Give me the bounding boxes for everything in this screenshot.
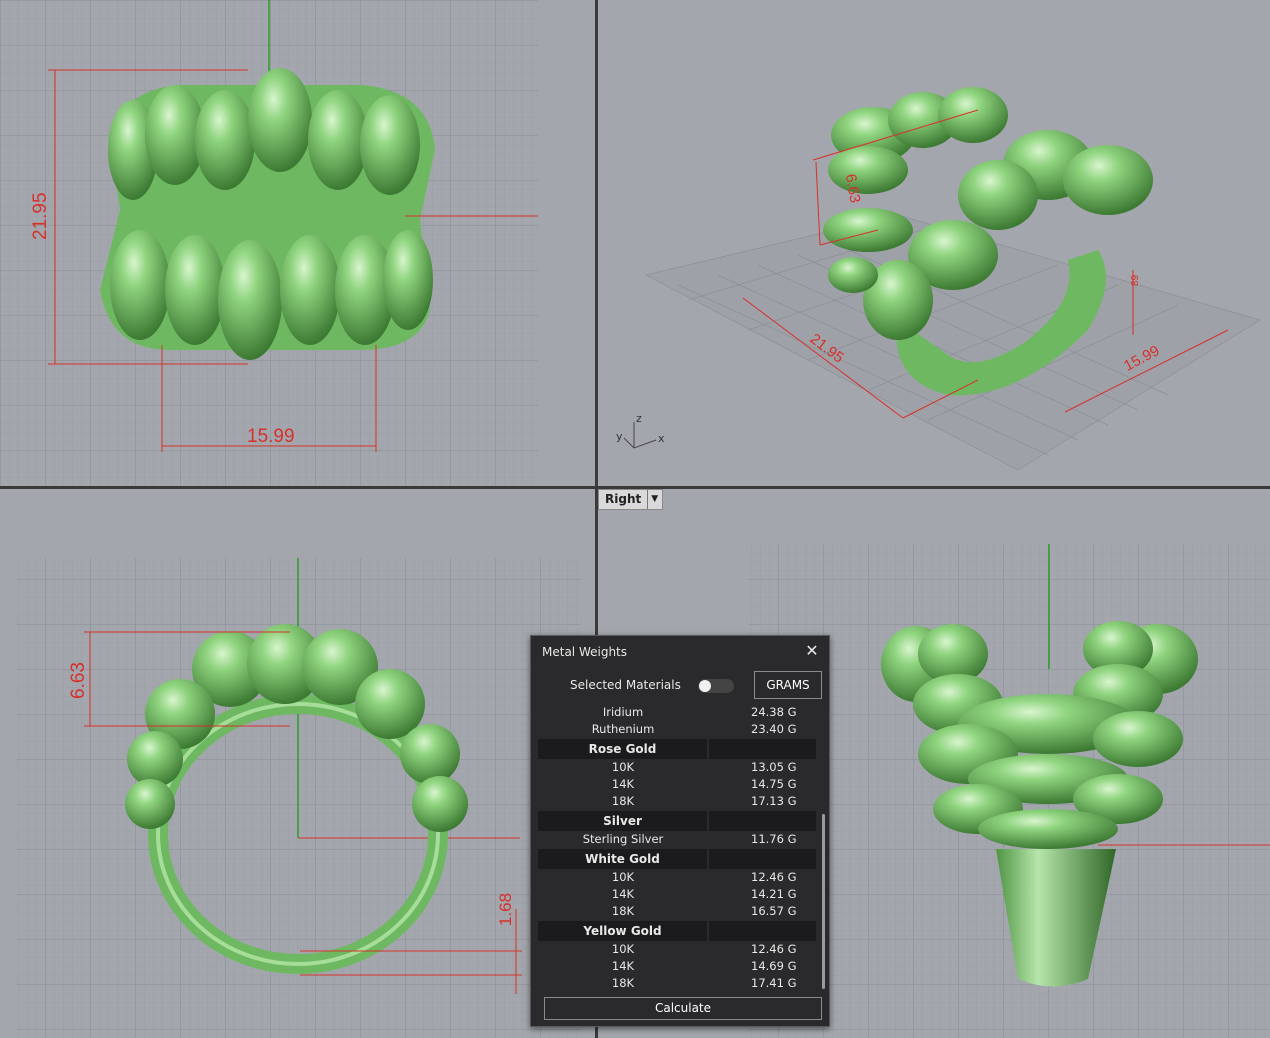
material-name: 10K xyxy=(611,760,635,774)
material-weight: 24.38 G xyxy=(751,705,797,719)
selected-materials-label: Selected Materials xyxy=(570,678,681,692)
list-item[interactable]: 18K 17.41 G xyxy=(538,976,816,992)
viewport-top-left[interactable]: 21.95 15.99 xyxy=(0,0,595,486)
material-weight: 17.41 G xyxy=(751,976,797,990)
axis-gizmo-icon xyxy=(623,422,657,449)
material-weight: 12.46 G xyxy=(751,870,797,884)
group-value-cell xyxy=(709,811,816,831)
group-name: Rose Gold xyxy=(538,739,709,759)
weights-list[interactable]: Iridium 24.38 G Ruthenium 23.40 G Rose Gold 1… xyxy=(538,705,816,992)
material-name: Sterling Silver xyxy=(582,832,664,846)
dimension-width-label: 15.99 xyxy=(247,426,295,447)
material-weight: 14.75 G xyxy=(751,777,797,791)
units-button[interactable]: GRAMS xyxy=(754,671,822,699)
material-weight: 23.40 G xyxy=(751,722,797,736)
right-view-canvas xyxy=(17,558,581,1038)
material-name: 14K xyxy=(611,777,635,791)
close-icon[interactable]: ✕ xyxy=(803,641,821,660)
material-weight: 16.57 G xyxy=(751,904,797,918)
viewport-name-tab[interactable]: Right ▼ xyxy=(598,489,664,510)
material-weight: 14.21 G xyxy=(751,887,797,901)
metal-weights-panel: Metal Weights ✕ Selected Materials GRAMS… xyxy=(530,635,830,1027)
list-item[interactable]: 14K 14.21 G xyxy=(538,887,816,904)
list-scrollbar[interactable] xyxy=(822,814,825,989)
list-item[interactable]: Ruthenium 23.40 G xyxy=(538,722,816,739)
chevron-down-icon[interactable]: ▼ xyxy=(647,490,658,509)
group-header[interactable]: Yellow Gold xyxy=(538,921,816,941)
material-weight: 11.76 G xyxy=(751,832,797,846)
dimension-height-label-side: 6.63 xyxy=(68,662,89,699)
toggle-knob xyxy=(699,680,711,692)
panel-options: Selected Materials GRAMS xyxy=(531,670,829,700)
material-name: 10K xyxy=(611,870,635,884)
axis-z-label: z xyxy=(636,412,642,425)
group-name: Yellow Gold xyxy=(538,921,709,941)
material-name: 18K xyxy=(611,794,635,808)
top-view-canvas xyxy=(0,0,538,486)
group-value-cell xyxy=(709,921,816,941)
list-item[interactable]: 18K 16.57 G xyxy=(538,904,816,921)
group-header[interactable]: Rose Gold xyxy=(538,739,816,759)
panel-title: Metal Weights xyxy=(542,645,628,659)
material-name: 18K xyxy=(611,904,635,918)
viewport-perspective[interactable]: 6.63 21.95 15.99 89 z y x xyxy=(598,0,1270,486)
list-item[interactable]: 10K 12.46 G xyxy=(538,870,816,887)
material-name: 18K xyxy=(611,976,635,990)
axis-y-label: y xyxy=(616,430,623,443)
material-weight: 12.46 G xyxy=(751,942,797,956)
calculate-button[interactable]: Calculate xyxy=(544,997,822,1020)
dimension-small-label: 89 xyxy=(1130,274,1142,287)
list-item[interactable]: 18K 17.13 G xyxy=(538,794,816,811)
selected-materials-toggle[interactable] xyxy=(698,679,734,693)
viewport-right[interactable]: 6.63 1.68 xyxy=(0,489,595,1038)
material-name: 14K xyxy=(611,887,635,901)
group-name: White Gold xyxy=(538,849,709,869)
ring-model[interactable] xyxy=(100,68,435,360)
material-weight: 13.05 G xyxy=(751,760,797,774)
list-item[interactable]: 10K 13.05 G xyxy=(538,760,816,777)
material-name: 14K xyxy=(611,959,635,973)
viewport-name-label: Right xyxy=(605,492,642,506)
list-item[interactable]: Sterling Silver 11.76 G xyxy=(538,832,816,849)
list-item[interactable]: Iridium 24.38 G xyxy=(538,705,816,722)
list-item[interactable]: 14K 14.69 G xyxy=(538,959,816,976)
list-item[interactable]: 14K 14.75 G xyxy=(538,777,816,794)
group-name: Silver xyxy=(538,811,709,831)
group-header[interactable]: White Gold xyxy=(538,849,816,869)
material-name: Iridium xyxy=(602,705,644,719)
group-header[interactable]: Silver xyxy=(538,811,816,831)
perspective-view-canvas xyxy=(645,87,1261,471)
material-weight: 14.69 G xyxy=(751,959,797,973)
material-weight: 17.13 G xyxy=(751,794,797,808)
dimension-gap-label: 1.68 xyxy=(496,892,515,926)
group-value-cell xyxy=(709,849,816,869)
dimension-height-label: 21.95 xyxy=(30,192,51,240)
material-name: Ruthenium xyxy=(591,722,655,736)
panel-titlebar[interactable]: Metal Weights ✕ xyxy=(531,636,829,668)
group-value-cell xyxy=(709,739,816,759)
axis-x-label: x xyxy=(658,432,665,445)
material-name: 10K xyxy=(611,942,635,956)
list-item[interactable]: 10K 12.46 G xyxy=(538,942,816,959)
